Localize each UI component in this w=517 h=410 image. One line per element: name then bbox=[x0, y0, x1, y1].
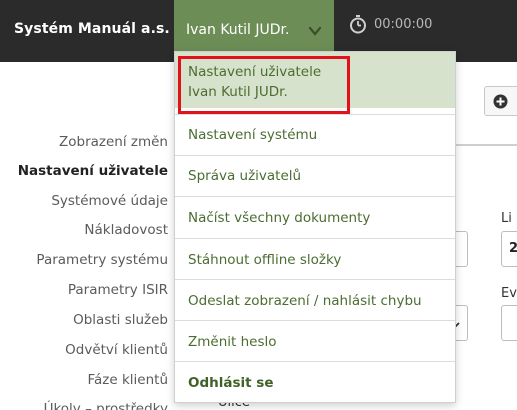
timer-value: 00:00:00 bbox=[374, 16, 433, 32]
session-timer[interactable]: 00:00:00 bbox=[348, 12, 432, 36]
brand-name[interactable]: Systém Manuál a.s. bbox=[14, 21, 170, 37]
dropdown-item-load-documents[interactable]: Načíst všechny dokumenty bbox=[175, 196, 455, 238]
settings-sidebar: Zobrazení změn Nastavení uživatele Systé… bbox=[0, 62, 172, 410]
sidebar-item-nakladovost[interactable]: Nákladovost bbox=[84, 222, 168, 238]
sidebar-item-oblasti-sluzeb[interactable]: Oblasti služeb bbox=[73, 312, 168, 328]
dropdown-item-download-offline[interactable]: Stáhnout offline složky bbox=[175, 238, 455, 279]
field-value: 2 bbox=[509, 241, 517, 256]
dropdown-item-label: Načíst všechny dokumenty bbox=[188, 210, 371, 226]
add-button[interactable] bbox=[484, 86, 517, 116]
input-field-ev[interactable] bbox=[501, 305, 517, 341]
sidebar-item-nastaveni-uzivatele[interactable]: Nastavení uživatele bbox=[18, 163, 168, 179]
dropdown-item-label: Nastavení systému bbox=[188, 127, 318, 143]
dropdown-item-label: Stáhnout offline složky bbox=[188, 252, 342, 268]
sidebar-item-systemove-udaje[interactable]: Systémové údaje bbox=[51, 193, 168, 209]
user-dropdown-menu: Nastavení uživatele Ivan Kutil JUDr. Nas… bbox=[174, 51, 456, 403]
sidebar-item-parametry-systemu[interactable]: Parametry systému bbox=[36, 252, 168, 268]
sidebar-item-odvetvi-klientu[interactable]: Odvětví klientů bbox=[65, 342, 168, 358]
section-divider bbox=[455, 144, 517, 146]
dropdown-item-system-settings[interactable]: Nastavení systému bbox=[175, 114, 455, 155]
dropdown-item-user-management[interactable]: Správa uživatelů bbox=[175, 155, 455, 196]
sidebar-item-parametry-isir[interactable]: Parametry ISIR bbox=[68, 282, 168, 298]
input-field-li[interactable]: 2 bbox=[501, 231, 517, 267]
sidebar-item-zobrazeni-zmen[interactable]: Zobrazení změn bbox=[59, 134, 168, 150]
dropdown-item-report-bug[interactable]: Odeslat zobrazení / nahlásit chybu bbox=[175, 279, 455, 320]
dropdown-item-label: Odhlásit se bbox=[188, 375, 274, 391]
dropdown-item-label: Odeslat zobrazení / nahlásit chybu bbox=[188, 293, 422, 309]
stopwatch-icon bbox=[350, 15, 366, 34]
dropdown-item-label: Správa uživatelů bbox=[188, 168, 302, 184]
plus-circle-icon bbox=[493, 94, 508, 109]
sidebar-item-ukoly-prostredky[interactable]: Úkoly – prostředky bbox=[44, 401, 168, 410]
dropdown-item-logout[interactable]: Odhlásit se bbox=[175, 361, 455, 402]
sidebar-item-faze-klientu[interactable]: Fáze klientů bbox=[87, 372, 168, 388]
field-label-li: Li bbox=[501, 211, 512, 226]
dropdown-item-label: Změnit heslo bbox=[188, 334, 277, 350]
dropdown-item-change-password[interactable]: Změnit heslo bbox=[175, 320, 455, 361]
user-name-label: Ivan Kutil JUDr. bbox=[186, 22, 290, 38]
chevron-down-icon bbox=[308, 26, 322, 36]
field-label-ev: Ev bbox=[501, 286, 517, 301]
highlight-box bbox=[178, 56, 350, 114]
